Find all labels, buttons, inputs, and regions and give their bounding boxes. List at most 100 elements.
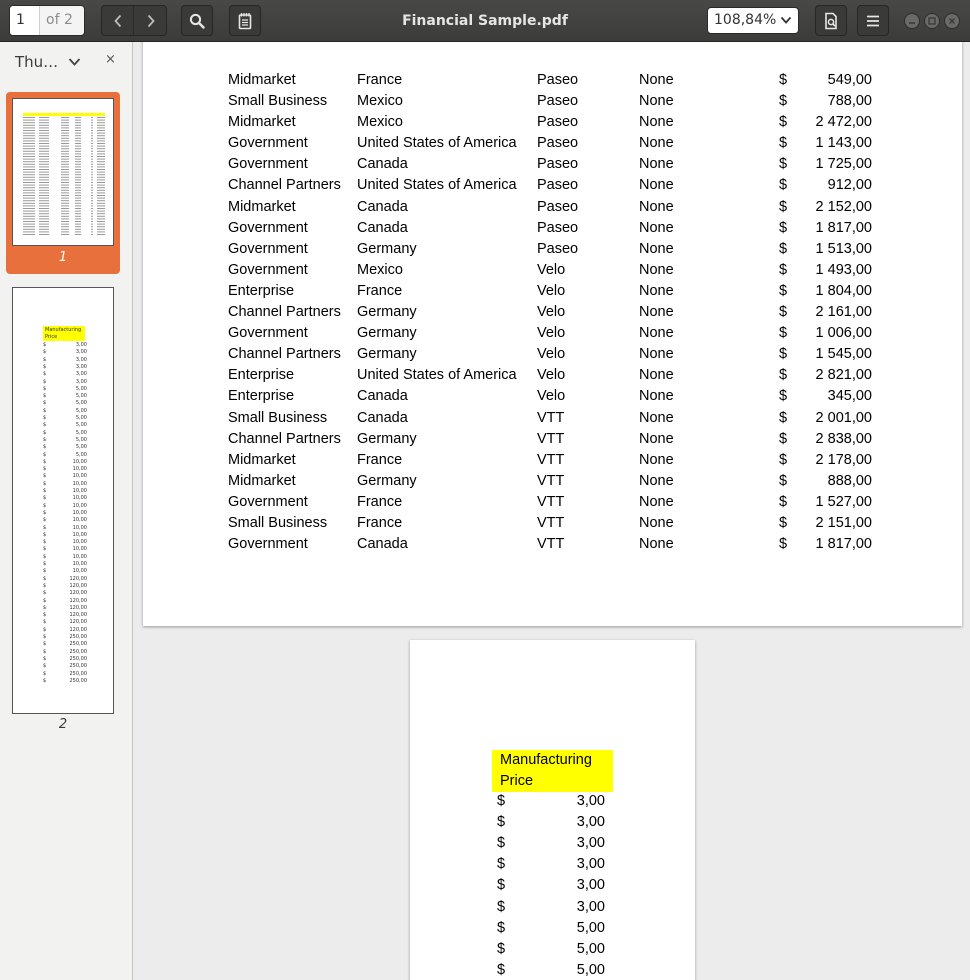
thumbnail-1-text-line (97, 161, 105, 163)
thumbnail-1-text-line (97, 195, 105, 196)
segment-cell: Channel Partners (228, 430, 341, 447)
thumbnail-1-text-line (39, 182, 49, 183)
table-row: $3,00 (492, 793, 613, 814)
discount-cell: None (639, 93, 674, 109)
thumbnail-1-text-line (23, 176, 35, 178)
thumbnail-page-2[interactable]: Manufacturing Price $3,00 $3,00 $3,00 $3,00… (12, 287, 114, 714)
currency-cell: $ (779, 536, 788, 553)
amount-cell: 2 161,00 (815, 304, 872, 320)
thumbnail-1-text-line (39, 166, 49, 168)
maximize-button[interactable] (924, 13, 940, 29)
close-window-button[interactable] (944, 13, 960, 29)
thumbnail-1-text-line (39, 127, 49, 129)
segment-cell: Government (228, 325, 308, 342)
discount-cell: None (639, 156, 674, 173)
table-row: Channel Partners Germany Velo None $2 161,00 (143, 304, 962, 325)
thumbnail-currency: $ (43, 385, 47, 392)
thumbnail-1-text-line (61, 208, 69, 209)
thumbnail-1-text-line (61, 210, 69, 212)
thumbnail-value: 5,00 (75, 385, 87, 392)
segment-cell: Government (228, 219, 308, 236)
currency-cell: $ (779, 472, 788, 489)
thumbnail-1-text-line (61, 150, 69, 152)
previous-page-button[interactable] (102, 6, 134, 35)
thumbnail-1-text-line (23, 119, 35, 121)
thumbnail-currency: $ (43, 612, 47, 619)
main-menu-button[interactable] (857, 5, 889, 36)
thumbnail-1-text-line (75, 171, 81, 173)
segment-cell: Channel Partners (228, 304, 341, 320)
thumbnail-1-text-line (97, 218, 105, 220)
thumbnail-row: $5,00 (43, 386, 87, 393)
table-row: Midmarket Canada Paseo None $2 152,00 (143, 199, 962, 220)
thumbnail-value: 250,00 (69, 677, 88, 684)
thumbnail-value: 120,00 (69, 575, 88, 582)
next-page-button[interactable] (135, 6, 167, 35)
thumbnail-1-text-line (97, 228, 105, 230)
thumbnail-1-text-line (61, 226, 69, 228)
sidebar-view-selector[interactable]: Thu… (15, 53, 58, 71)
search-icon (189, 13, 205, 29)
segment-cell: Midmarket (228, 472, 296, 489)
thumbnail-1-text-line (61, 130, 69, 131)
discount-cell: None (639, 114, 674, 131)
thumbnail-1-text-line (39, 143, 49, 144)
chevron-down-icon[interactable] (68, 57, 81, 67)
currency-cell: $ (779, 430, 788, 447)
country-cell: Mexico (357, 261, 403, 278)
thumbnail-1-text-line (39, 124, 49, 126)
thumbnail-1-text-line (23, 184, 35, 186)
thumbnail-row: $10,00 (43, 517, 87, 524)
thumbnail-1-text-line (39, 218, 49, 220)
segment-cell: Enterprise (228, 282, 295, 299)
sidebar: Thu… × 1 Manufacturing Price $3,00 $3,00 $… (0, 42, 133, 980)
current-page-input[interactable]: 1 (10, 6, 40, 35)
thumbnail-row: $5,00 (43, 444, 87, 451)
thumbnail-value: 250,00 (69, 641, 88, 648)
thumbnail-page-1[interactable]: 1 (6, 92, 120, 274)
thumbnail-value: 10,00 (72, 458, 87, 465)
currency-cell: $ (779, 240, 788, 257)
table-row: Small Business France VTT None $2 151,00 (143, 515, 962, 536)
thumbnail-1-text-line (61, 122, 69, 124)
thumbnail-1-text-line (91, 145, 93, 147)
thumbnail-value: 10,00 (72, 466, 87, 473)
minimize-button[interactable] (904, 13, 920, 29)
thumbnail-row: $10,00 (43, 503, 87, 510)
document-properties-button[interactable] (815, 5, 847, 36)
zoom-selector[interactable]: 108,84% (707, 7, 799, 34)
country-cell: United States of America (357, 135, 517, 152)
thumbnail-1-text-line (75, 184, 81, 186)
search-button[interactable] (181, 5, 213, 36)
discount-cell: None (639, 177, 674, 194)
annotations-button[interactable] (229, 5, 261, 36)
document-view[interactable]: Midmarket France Paseo None $ 549,00 Sma… (134, 42, 970, 980)
segment-cell: Government (228, 240, 308, 257)
segment-cell: Enterprise (228, 388, 295, 405)
thumbnail-1-text-line (61, 213, 69, 215)
thumbnail-1-text-line (91, 119, 93, 121)
thumbnail-1-text-line (75, 135, 81, 137)
thumbnail-1-text-line (23, 187, 35, 189)
country-cell: Germany (357, 430, 417, 447)
thumbnail-1-text-line (75, 119, 81, 121)
currency-cell: $ (779, 177, 788, 194)
discount-cell: None (639, 430, 674, 447)
thumbnail-currency: $ (43, 655, 47, 662)
amount-cell: 1 493,00 (815, 261, 872, 278)
thumbnail-row: $250,00 (43, 641, 87, 648)
discount-cell: None (639, 325, 674, 342)
thumbnail-currency: $ (43, 378, 47, 385)
discount-cell: None (639, 261, 674, 278)
thumbnail-1-text-line (23, 210, 35, 212)
sidebar-close-button[interactable]: × (105, 52, 116, 67)
discount-cell: None (639, 219, 674, 236)
thumbnail-1-text-line (91, 234, 93, 235)
thumbnail-1-text-line (75, 132, 81, 134)
thumbnail-1-text-line (97, 231, 105, 233)
thumbnail-1-text-line (97, 122, 105, 124)
currency-cell: $ (497, 919, 506, 936)
thumbnail-row: $10,00 (43, 532, 87, 539)
thumbnail-page-1-label: 1 (58, 250, 68, 265)
page-number-entry[interactable]: 1 of 2 (9, 5, 85, 36)
